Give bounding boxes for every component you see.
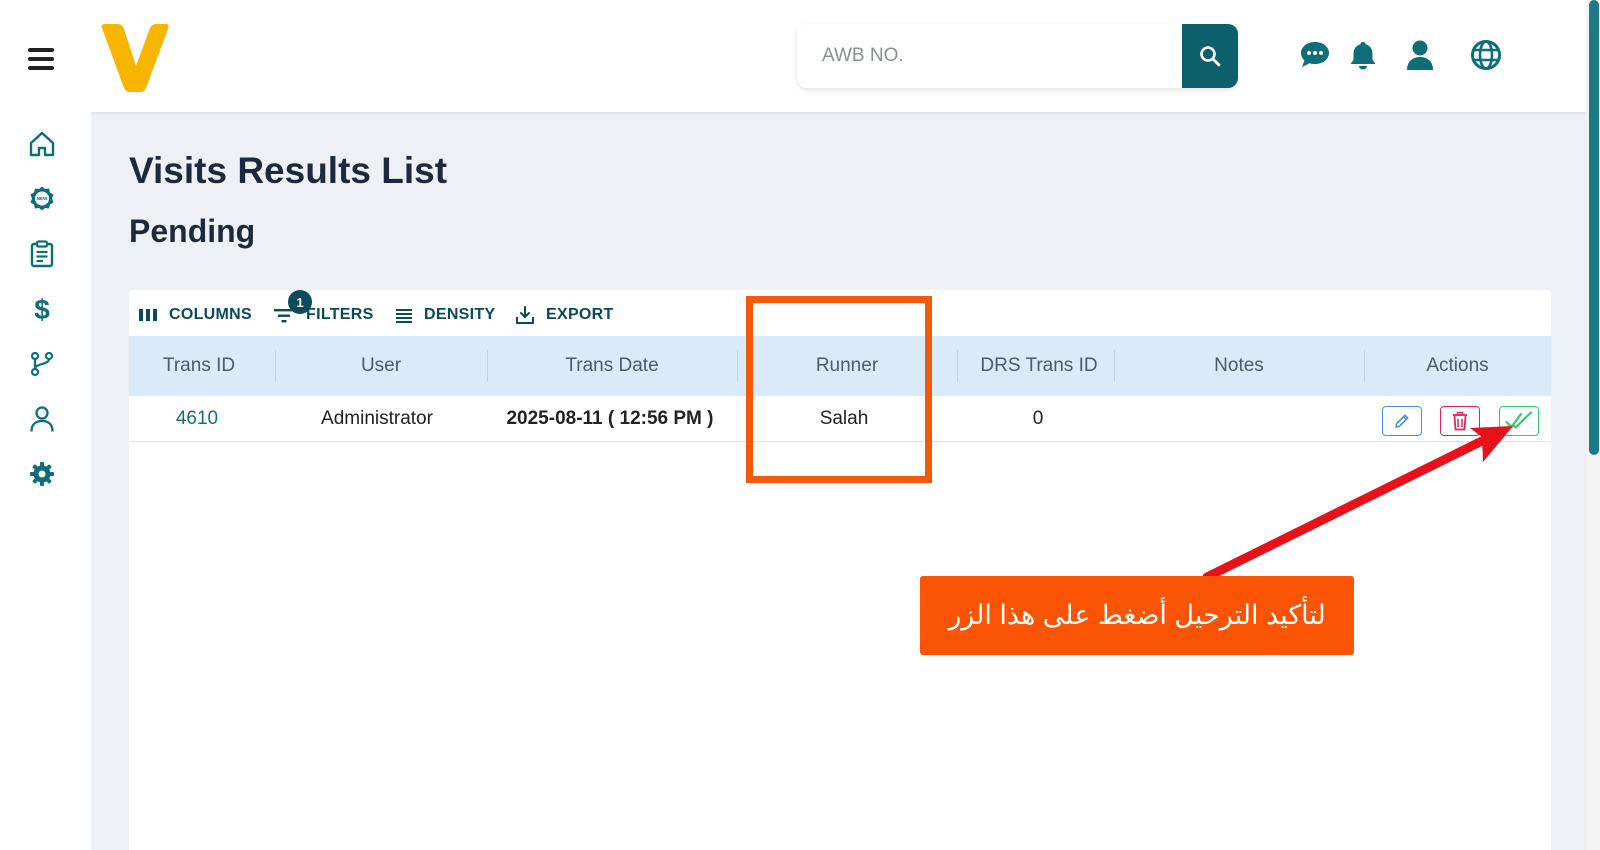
pencil-icon: [1395, 414, 1409, 428]
svg-text:$: $: [34, 294, 50, 324]
dollar-icon[interactable]: $: [27, 294, 57, 324]
gear-icon[interactable]: [27, 459, 57, 489]
double-check-icon: [1505, 411, 1533, 429]
home-icon[interactable]: [27, 129, 57, 159]
density-label: DENSITY: [424, 306, 496, 323]
scrollbar-thumb[interactable]: [1589, 0, 1599, 455]
column-header[interactable]: User: [275, 336, 487, 396]
top-header: [0, 0, 1586, 112]
filters-label: FILTERS: [306, 306, 374, 323]
download-icon: [516, 306, 534, 324]
filter-count-badge: 1: [288, 290, 312, 314]
globe-icon[interactable]: [1467, 36, 1505, 74]
branch-icon[interactable]: [27, 349, 57, 379]
columns-button[interactable]: COLUMNS: [139, 302, 252, 328]
columns-label: COLUMNS: [169, 306, 252, 323]
sidebar: NEW $: [0, 112, 91, 850]
runner-highlight-box: [746, 296, 932, 483]
instruction-callout: لتأكيد الترحيل أضغط على هذا الزر: [920, 576, 1354, 655]
person-icon[interactable]: [27, 404, 57, 434]
edit-button[interactable]: [1382, 406, 1422, 436]
clipboard-icon[interactable]: [27, 239, 57, 269]
page-scrollbar[interactable]: [1586, 0, 1600, 850]
search-box: [797, 24, 1238, 88]
user-icon[interactable]: [1401, 36, 1439, 74]
search-button[interactable]: [1182, 24, 1238, 88]
density-button[interactable]: DENSITY: [396, 302, 495, 328]
trans-date-cell: 2025-08-11 ( 12:56 PM ): [506, 408, 714, 429]
density-icon: [396, 309, 412, 323]
trash-icon: [1453, 411, 1467, 431]
svg-text:NEW: NEW: [37, 196, 48, 201]
export-label: EXPORT: [546, 306, 614, 323]
trans-id-link[interactable]: 4610: [129, 396, 265, 442]
notes-cell: [1114, 396, 1364, 442]
logo[interactable]: [100, 22, 170, 92]
bell-icon[interactable]: [1344, 36, 1382, 74]
export-button[interactable]: EXPORT: [516, 302, 614, 328]
page-title: Visits Results List: [129, 150, 448, 191]
search-icon: [1200, 46, 1221, 67]
new-badge-icon[interactable]: NEW: [27, 184, 57, 214]
user-cell: Administrator: [321, 408, 433, 429]
awb-search-input[interactable]: [797, 24, 1182, 88]
column-header[interactable]: Notes: [1114, 336, 1364, 396]
column-header[interactable]: Trans ID: [129, 336, 269, 396]
column-header[interactable]: Trans Date: [487, 336, 737, 396]
page-subtitle: Pending: [129, 213, 256, 249]
delete-button[interactable]: [1440, 406, 1480, 436]
chat-icon[interactable]: [1296, 36, 1334, 74]
columns-icon: [139, 309, 157, 321]
column-header[interactable]: Actions: [1364, 336, 1551, 396]
hamburger-icon[interactable]: [28, 48, 54, 74]
confirm-transfer-button[interactable]: [1499, 406, 1539, 436]
